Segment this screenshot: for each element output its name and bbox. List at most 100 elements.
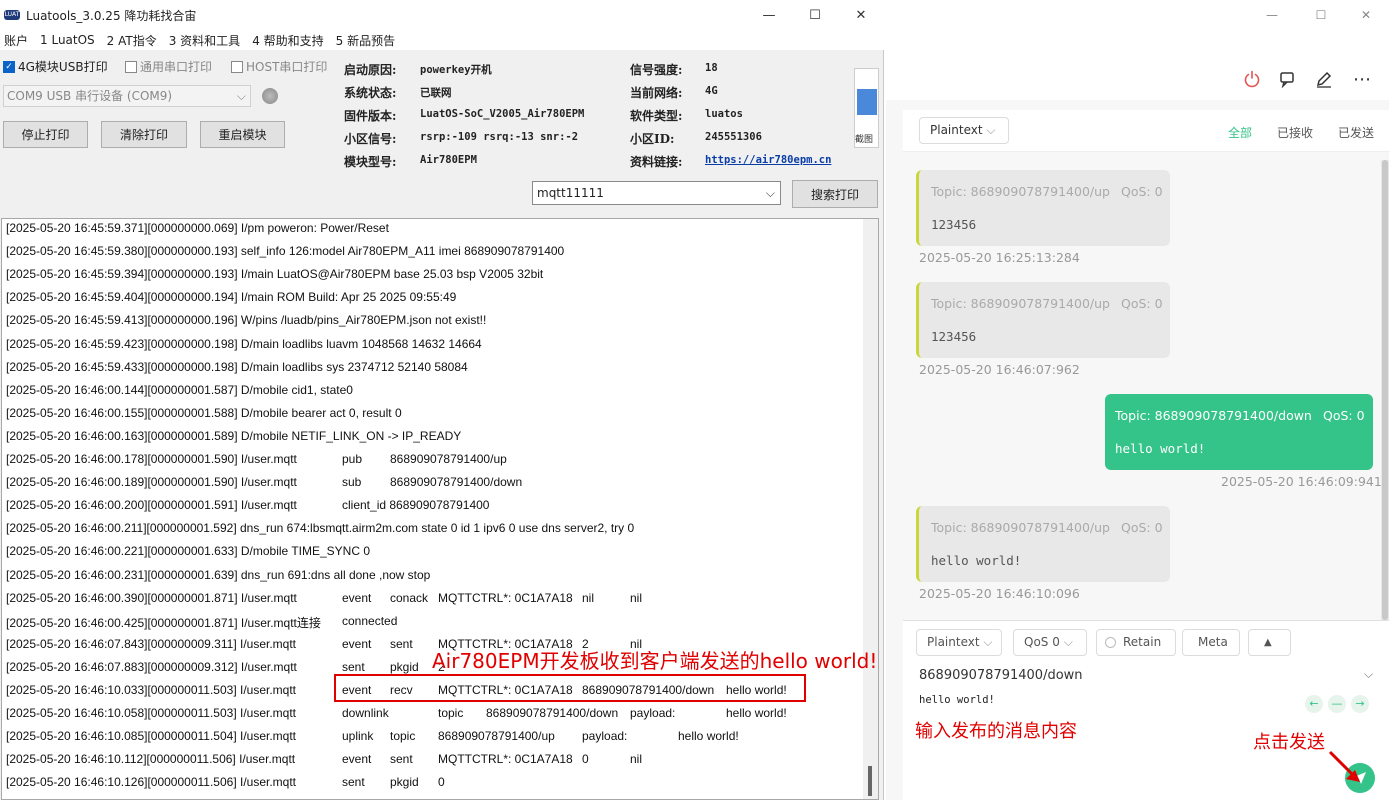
filter-all[interactable]: 全部 xyxy=(1228,124,1252,141)
minimize-icon[interactable]: — xyxy=(1247,2,1297,28)
checkbox-4g-usb[interactable]: ✓ 4G模块USB打印 xyxy=(3,58,108,75)
message-scrollbar-thumb[interactable] xyxy=(1382,160,1388,620)
search-keyword-value: mqtt11111 xyxy=(537,186,604,200)
log-prefix: [2025-05-20 16:46:00.189][000000001.590]… xyxy=(6,475,297,490)
message-scrollbar[interactable] xyxy=(1381,160,1389,620)
software-value: luatos xyxy=(705,108,743,120)
log-field: nil xyxy=(582,590,595,605)
annotation-input: 输入发布的消息内容 xyxy=(915,721,1077,742)
message-qos: QoS: 0 xyxy=(1121,520,1163,535)
clear-print-button[interactable]: 清除打印 xyxy=(101,121,187,148)
format-select[interactable]: Plaintext ⌵ xyxy=(919,117,1009,144)
luatools-app-icon: LUAT xyxy=(4,10,20,20)
log-field: pkgid xyxy=(390,659,419,674)
chevron-down-icon[interactable]: ⌵ xyxy=(1364,667,1373,682)
maximize-icon[interactable]: ☐ xyxy=(1296,2,1346,28)
log-prefix: [2025-05-20 16:46:00.425][000000001.871]… xyxy=(6,615,321,630)
retain-toggle[interactable]: Retain xyxy=(1096,629,1176,656)
publish-topic-input[interactable]: 868909078791400/down xyxy=(919,668,1083,683)
log-field: nil xyxy=(630,590,643,605)
refresh-port-icon[interactable] xyxy=(262,88,278,104)
software-label: 软件类型: xyxy=(630,109,683,123)
close-icon[interactable]: ✕ xyxy=(1341,2,1389,28)
filter-received[interactable]: 已接收 xyxy=(1277,124,1313,141)
minus-icon[interactable]: — xyxy=(1328,695,1346,713)
stop-print-button[interactable]: 停止打印 xyxy=(3,121,88,148)
log-field: hello world! xyxy=(678,729,739,744)
qos-value: QoS 0 xyxy=(1024,635,1060,649)
log-field: 868909078791400/down xyxy=(390,475,523,490)
checkbox-serial[interactable]: 通用串口打印 xyxy=(125,58,212,75)
log-field: sent xyxy=(390,636,413,651)
log-field: 868909078791400/up xyxy=(390,452,507,466)
docs-link[interactable]: https://air780epm.cn xyxy=(705,154,831,166)
menu-resources[interactable]: 3 资料和工具 xyxy=(169,32,240,49)
disconnect-icon[interactable] xyxy=(1241,68,1263,90)
menu-at[interactable]: 2 AT指令 xyxy=(107,32,157,49)
edit-icon[interactable] xyxy=(1313,68,1335,90)
luatools-window: LUAT Luatools_3.0.25 降功耗找合宙 — ☐ ✕ 账户 1 L… xyxy=(0,0,884,800)
log-prefix: [2025-05-20 16:46:00.200][000000001.591]… xyxy=(6,498,297,513)
message-bubble-sent[interactable]: Topic: 868909078791400/down QoS: 0 hello… xyxy=(1105,394,1373,470)
message-body: hello world! xyxy=(1115,441,1206,456)
close-icon[interactable]: ✕ xyxy=(838,0,884,30)
log-field: 0 xyxy=(438,775,445,790)
message-bubble[interactable]: Topic: 868909078791400/up QoS: 0 123456 xyxy=(916,170,1170,246)
log-prefix: [2025-05-20 16:46:00.211][000000001.592]… xyxy=(6,521,635,536)
log-prefix: [2025-05-20 16:46:07.843][000000009.311]… xyxy=(6,636,297,651)
more-icon[interactable]: ⋯ xyxy=(1351,68,1373,90)
search-keyword-select[interactable]: mqtt11111 ⌵ xyxy=(532,181,781,205)
port-value: COM9 USB 串行设备 (COM9) xyxy=(7,89,173,103)
log-prefix: [2025-05-20 16:46:10.085][000000011.504]… xyxy=(6,729,297,744)
port-select[interactable]: COM9 USB 串行设备 (COM9) ⌵ xyxy=(3,85,251,107)
meta-button[interactable]: Meta xyxy=(1182,629,1240,656)
signal-value: 18 xyxy=(705,62,718,74)
message-body: 123456 xyxy=(931,217,977,232)
log-output[interactable]: [2025-05-20 16:45:59.371][000000000.069]… xyxy=(1,218,879,800)
checkbox-host-serial[interactable]: HOST串口打印 xyxy=(231,58,327,75)
arrow-right-icon[interactable]: → xyxy=(1351,695,1369,713)
log-prefix: [2025-05-20 16:46:00.163][000000001.589]… xyxy=(6,428,462,443)
chat-icon[interactable] xyxy=(1277,68,1299,90)
menu-help[interactable]: 4 帮助和支持 xyxy=(252,32,323,49)
message-bubble[interactable]: Topic: 868909078791400/up QoS: 0 123456 xyxy=(916,282,1170,358)
log-scrollbar[interactable] xyxy=(863,219,878,799)
screenshot-label: 截图 xyxy=(855,135,874,145)
checkbox-label: 通用串口打印 xyxy=(140,60,213,74)
log-field: nil xyxy=(630,752,643,767)
retain-label: Retain xyxy=(1123,635,1162,649)
filter-sent[interactable]: 已发送 xyxy=(1338,124,1374,141)
message-time: 2025-05-20 16:46:07:962 xyxy=(919,362,1080,377)
menu-new-products[interactable]: 5 新品预告 xyxy=(336,32,395,49)
menu-account[interactable]: 账户 xyxy=(4,32,28,49)
log-field: payload: xyxy=(582,729,628,744)
message-bubble[interactable]: Topic: 868909078791400/up QoS: 0 hello w… xyxy=(916,506,1170,582)
log-prefix: [2025-05-20 16:46:00.231][000000001.639]… xyxy=(6,567,431,582)
qos-select[interactable]: QoS 0 ⌵ xyxy=(1013,629,1087,656)
log-field: event xyxy=(342,636,372,651)
collapse-button[interactable]: ▲ xyxy=(1248,629,1291,656)
maximize-icon[interactable]: ☐ xyxy=(792,0,838,30)
menu-luatos[interactable]: 1 LuatOS xyxy=(40,33,95,47)
log-field: sub xyxy=(342,475,362,490)
cell-signal-value: rsrp:-109 rsrq:-13 snr:-2 xyxy=(420,131,579,143)
log-field: hello world! xyxy=(726,706,787,721)
log-field: conack xyxy=(390,590,429,605)
minimize-icon[interactable]: — xyxy=(746,0,792,30)
search-print-button[interactable]: 搜索打印 xyxy=(792,180,878,208)
arrow-left-icon[interactable]: ← xyxy=(1305,695,1323,713)
mqtt-client-window: — ☐ ✕ ⋯ Plaintext ⌵ 全部 已接收 已发送 Topic: 86… xyxy=(886,0,1389,800)
restart-module-button[interactable]: 重启模块 xyxy=(200,121,285,148)
log-scrollbar-thumb[interactable] xyxy=(868,766,872,796)
firmware-label: 固件版本: xyxy=(344,109,397,123)
screenshot-thumbnail[interactable]: 截图 xyxy=(854,68,879,148)
luatools-titlebar: LUAT Luatools_3.0.25 降功耗找合宙 — ☐ ✕ xyxy=(0,0,884,30)
message-topic: Topic: 868909078791400/up xyxy=(931,296,1110,311)
log-prefix: [2025-05-20 16:46:10.033][000000011.503]… xyxy=(6,683,297,697)
window-title: Luatools_3.0.25 降功耗找合宙 xyxy=(26,8,197,23)
publish-format-select[interactable]: Plaintext ⌵ xyxy=(916,629,1002,656)
message-qos: QoS: 0 xyxy=(1323,408,1365,423)
publish-payload-input[interactable]: hello world! xyxy=(919,694,995,706)
chevron-down-icon: ⌵ xyxy=(765,186,775,200)
message-qos: QoS: 0 xyxy=(1121,184,1163,199)
